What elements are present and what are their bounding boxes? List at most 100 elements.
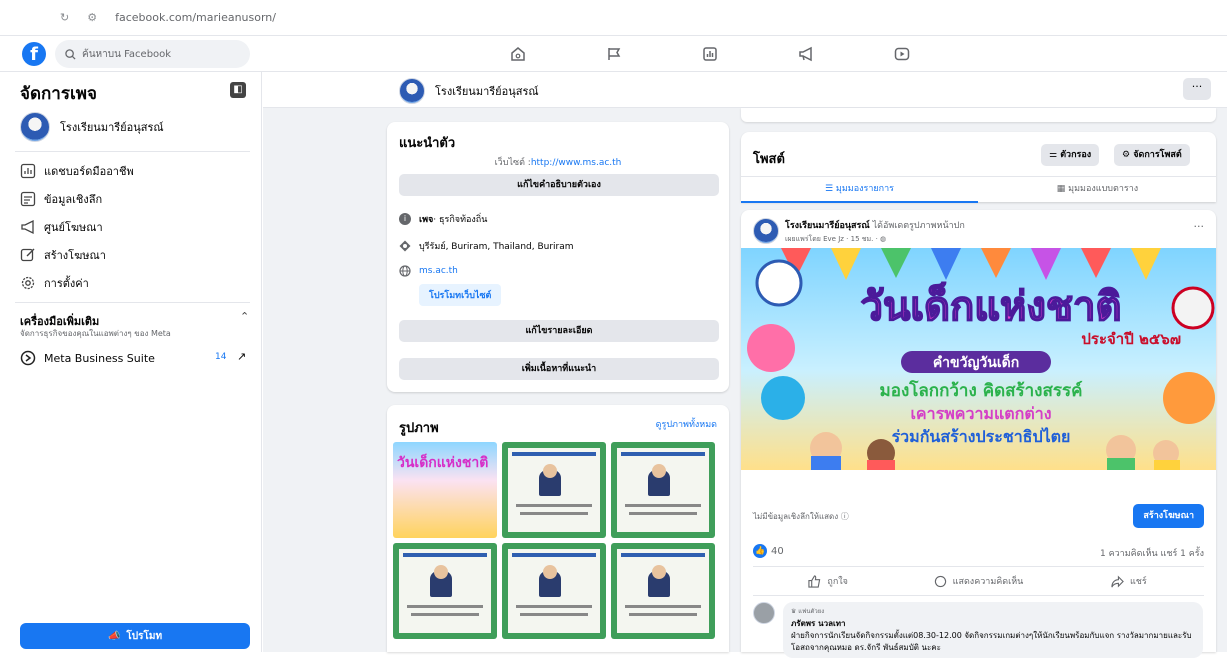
commenter-name[interactable]: ภรัตพร นวลเทา [791, 617, 1195, 630]
author-name[interactable]: โรงเรียนมารีย์อนุสรณ์ [785, 221, 870, 231]
site-link[interactable]: ms.ac.th [419, 266, 458, 276]
sidebar-item-label: การตั้งค่า [44, 277, 89, 290]
page-header-name: โรงเรียนมารีย์อนุสรณ์ [435, 85, 539, 98]
promote-button-label: โปรโมท [126, 630, 163, 642]
nav-pages[interactable] [566, 42, 662, 66]
nav-ads[interactable] [758, 42, 854, 66]
promote-button[interactable]: 📣 โปรโมท [20, 623, 250, 649]
megaphone-icon: 📣 [107, 630, 121, 642]
search-input[interactable]: ค้นหาบน Facebook [55, 40, 250, 68]
sidebar-item-insights[interactable]: ข้อมูลเชิงลึก [20, 190, 102, 208]
edit-icon [20, 248, 35, 262]
share-icon [1111, 575, 1124, 587]
page-content: โรงเรียนมารีย์อนุสรณ์ ··· แนะนำตัว เว็บไ… [263, 72, 1227, 658]
category-text: · ธุรกิจท้องถิ่น [433, 215, 488, 225]
site-info-icon[interactable]: ⚙ [87, 11, 97, 24]
chevron-up-icon[interactable]: ⌃ [240, 310, 249, 323]
megaphone-icon [799, 46, 812, 62]
sidebar-page-link[interactable]: โรงเรียนมารีย์อนุสรณ์ [20, 112, 164, 142]
meta-business-suite-label: Meta Business Suite [44, 351, 155, 365]
comment-bubble: ♛ แฟนตัวยง ภรัตพร นวลเทา ฝ่ายกิจการนักเร… [783, 602, 1203, 658]
sidebar-page-name: โรงเรียนมารีย์อนุสรณ์ [60, 121, 164, 134]
banner-year: ประจำปี ๒๕๖๗ [1081, 330, 1181, 348]
facebook-topbar: f ค้นหาบน Facebook [0, 36, 1227, 72]
tab-list-view[interactable]: ☰ มุมมองรายการ [741, 177, 978, 203]
sidebar-divider [15, 302, 250, 303]
banner-line2: มองโลกกว้าง คิดสร้างสรรค์ [880, 380, 1083, 401]
poster-title: วันเด็กแห่งชาติ [397, 455, 489, 471]
commenter-avatar[interactable] [753, 602, 775, 624]
sidebar-item-dashboard[interactable]: แดชบอร์ดมืออาชีพ [20, 162, 134, 180]
notification-count-badge: 14 [215, 352, 227, 362]
nav-home[interactable] [470, 42, 566, 66]
see-all-photos-link[interactable]: ดูรูปภาพทั้งหมด [656, 417, 717, 431]
globe-icon: ◍ [880, 235, 887, 243]
browser-window: ↻ ⚙ facebook.com/marieanusorn/ f ค้นหาบน… [0, 0, 1227, 658]
no-insights-label: ไม่มีข้อมูลเชิงลึกให้แสดง [753, 512, 839, 521]
promote-website-button[interactable]: โปรโมทเว็บไซต์ [419, 284, 502, 306]
website-prefix: เว็บไซต์ : [494, 158, 531, 168]
nav-video[interactable] [854, 42, 950, 66]
comment-button[interactable]: แสดงความคิดเห็น [903, 567, 1053, 595]
external-link-icon[interactable]: ↗ [237, 350, 246, 363]
nav-insights[interactable] [662, 42, 758, 66]
sidebar-item-label: ศูนย์โฆษณา [44, 221, 103, 234]
photo-thumbnail[interactable] [611, 442, 715, 538]
comment-label: แสดงความคิดเห็น [952, 577, 1024, 587]
megaphone-icon [21, 219, 34, 235]
sidebar-item-label: ข้อมูลเชิงลึก [44, 193, 103, 206]
previous-card-edge [741, 108, 1216, 122]
insights-icon [20, 191, 36, 207]
photo-thumbnail[interactable]: วันเด็กแห่งชาติ [393, 442, 497, 538]
sidebar-item-ad-center[interactable]: ศูนย์โฆษณา [20, 218, 103, 236]
photo-thumbnail[interactable] [502, 543, 606, 639]
photos-title: รูปภาพ [399, 421, 439, 436]
page-header: โรงเรียนมารีย์อนุสรณ์ ··· [263, 72, 1227, 108]
no-insights-text: ไม่มีข้อมูลเชิงลึกให้แสดง ⓘ [753, 510, 849, 523]
more-options-button[interactable]: ··· [1183, 78, 1211, 100]
comment-item: ♛ แฟนตัวยง ภรัตพร นวลเทา ฝ่ายกิจการนักเร… [753, 602, 1203, 658]
collapse-sidebar-icon[interactable]: ◧ [230, 82, 246, 98]
home-icon [511, 47, 525, 61]
location-text[interactable]: บุรีรัมย์, Buriram, Thailand, Buriram [419, 239, 574, 253]
photo-thumbnail[interactable] [393, 543, 497, 639]
sidebar-item-create-ad[interactable]: สร้างโฆษณา [20, 246, 106, 264]
sidebar-title: จัดการเพจ [20, 84, 97, 104]
author-avatar[interactable] [753, 218, 779, 244]
more-tools-description: จัดการธุรกิจของคุณในแอพต่างๆ ของ Meta [20, 329, 171, 338]
share-button[interactable]: แชร์ [1054, 567, 1204, 595]
reload-icon[interactable]: ↻ [60, 11, 69, 24]
photos-card: รูปภาพ ดูรูปภาพทั้งหมด วันเด็กแห่งชาติ [387, 405, 729, 652]
manage-posts-button[interactable]: ⚙ จัดการโพสต์ [1114, 144, 1190, 166]
reactions-summary[interactable]: 👍 40 [753, 544, 784, 558]
thumbs-up-icon [808, 574, 821, 588]
meta-business-suite-link[interactable]: Meta Business Suite [20, 350, 155, 366]
filter-button[interactable]: ⚌ ตัวกรอง [1041, 144, 1100, 166]
facebook-logo-icon[interactable]: f [22, 42, 46, 66]
edit-bio-button[interactable]: แก้ไขคำอธิบายตัวเอง [399, 174, 719, 196]
boost-post-button[interactable]: สร้างโฆษณา [1133, 504, 1204, 528]
edit-details-button[interactable]: แก้ไขรายละเอียด [399, 320, 719, 342]
post-options-icon[interactable]: ··· [1194, 220, 1205, 233]
manage-page-sidebar: จัดการเพจ ◧ โรงเรียนมารีย์อนุสรณ์ แดชบอร… [0, 72, 262, 652]
url-text[interactable]: facebook.com/marieanusorn/ [115, 11, 276, 24]
address-bar[interactable]: ↻ ⚙ facebook.com/marieanusorn/ [0, 0, 1227, 36]
posts-view-tabs: ☰ มุมมองรายการ ▦ มุมมองแบบตาราง [741, 176, 1216, 203]
posts-title: โพสต์ [753, 152, 785, 167]
page-header-profile[interactable]: โรงเรียนมารีย์อนุสรณ์ [399, 78, 539, 104]
like-reaction-icon: 👍 [753, 544, 767, 558]
photo-thumbnail[interactable] [502, 442, 606, 538]
dashboard-icon [20, 163, 36, 179]
add-featured-button[interactable]: เพิ่มเนื้อหาที่แนะนำ [399, 358, 719, 380]
post-image[interactable]: วันเด็กแห่งชาติ ประจำปี ๒๕๖๗ คำขวัญวันเด… [741, 248, 1216, 470]
website-link[interactable]: http://www.ms.ac.th [531, 158, 622, 168]
reaction-count: 40 [771, 545, 784, 557]
comment-badge: แฟนตัวยง [798, 608, 825, 615]
photo-thumbnail[interactable] [611, 543, 715, 639]
tab-grid-view[interactable]: ▦ มุมมองแบบตาราง [979, 177, 1216, 203]
info-icon[interactable]: ⓘ [841, 512, 849, 521]
location-row: บุรีรัมย์, Buriram, Thailand, Buriram [399, 239, 574, 253]
sidebar-item-settings[interactable]: การตั้งค่า [20, 274, 89, 292]
comments-shares-count[interactable]: 1 ความคิดเห็น แชร์ 1 ครั้ง [1100, 546, 1204, 560]
like-button[interactable]: ถูกใจ [753, 567, 903, 595]
